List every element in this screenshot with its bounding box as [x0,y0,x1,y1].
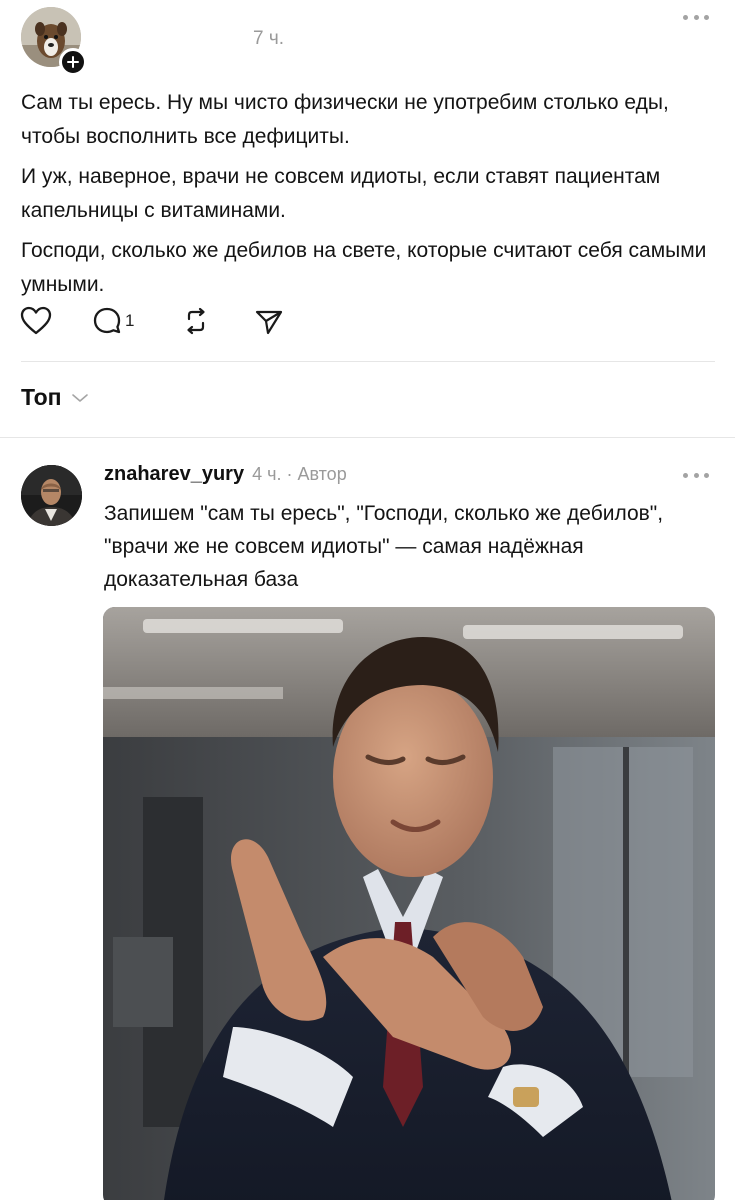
section-divider [0,437,735,438]
clapping-man-gif-image [103,607,715,1200]
thread-screen: 7 ч. Сам ты ересь. Ну мы чисто физически… [0,0,735,1200]
post-paragraph: Сам ты ересь. Ну мы чисто физически не у… [21,91,669,148]
comment-more-options-icon[interactable] [683,471,709,479]
post-paragraph: Господи, сколько же дебилов на свете, ко… [21,239,707,296]
sort-label: Топ [21,384,62,410]
comment-author-avatar[interactable] [21,465,82,526]
heart-icon [20,306,52,335]
post-more-options-icon[interactable] [683,13,709,21]
reply-count: 1 [125,311,135,330]
comment-timestamp: 4 ч. [252,464,282,484]
comment-bubble-icon [93,307,121,334]
chevron-down-icon [71,393,88,402]
comment-text: Запишем "сам ты ересь", "Господи, скольк… [104,502,664,591]
share-button[interactable] [254,306,284,336]
like-button[interactable] [20,306,52,336]
reply-button[interactable]: 1 [92,306,134,336]
plus-icon [67,56,79,68]
sort-selector[interactable]: Топ [21,384,90,411]
repost-icon [187,307,205,335]
post-text: Сам ты ересь. Ну мы чисто физически не у… [21,86,711,308]
user-avatar-image [21,465,82,526]
repost-button[interactable] [181,306,211,336]
meta-separator: · [286,464,293,484]
author-badge: Автор [297,464,347,484]
follow-button[interactable] [59,48,87,76]
divider [21,361,715,362]
comment-username[interactable]: znaharev_yury [104,463,244,486]
send-icon [255,310,283,335]
post-paragraph: И уж, наверное, врачи не совсем идиоты, … [21,165,661,222]
comment-meta: znaharev_yury 4 ч. · Автор [104,463,347,486]
comment-gif-attachment[interactable] [103,607,715,1200]
post-timestamp: 7 ч. [253,28,285,49]
